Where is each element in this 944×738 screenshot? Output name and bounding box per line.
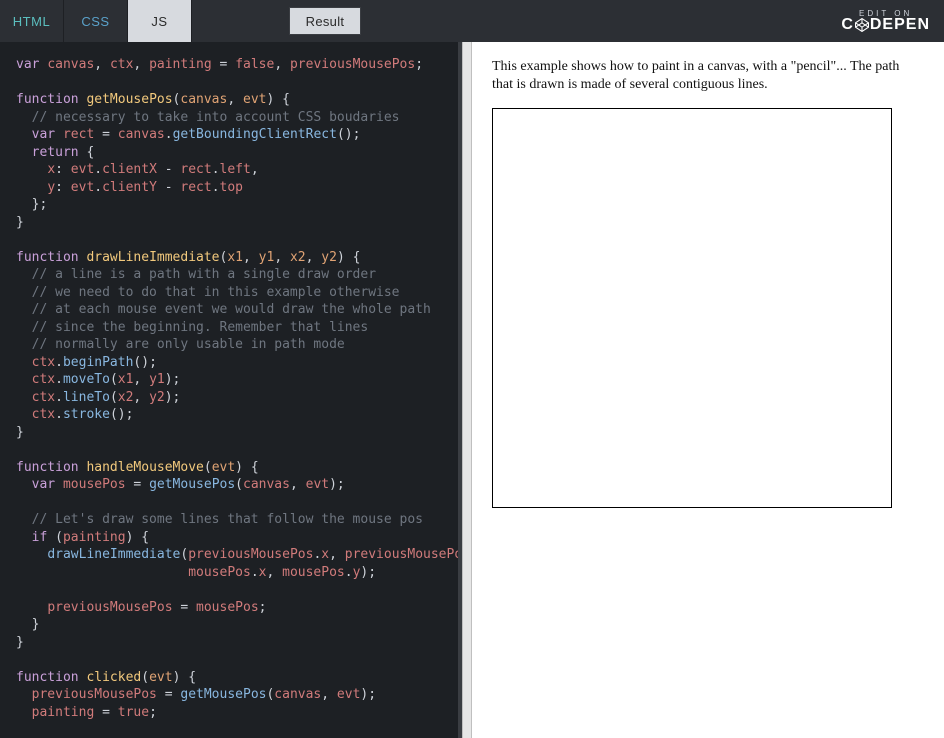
topbar: HTML CSS JS Result EDIT ON C DEPEN	[0, 0, 944, 42]
code-editor[interactable]: var canvas, ctx, painting = false, previ…	[0, 42, 462, 738]
topbar-spacer-2	[757, 0, 842, 42]
drawing-canvas[interactable]	[492, 108, 892, 508]
logo-text-left: C	[841, 16, 854, 34]
logo-text-right: DEPEN	[870, 16, 930, 34]
split-handle[interactable]	[462, 42, 472, 738]
result-button[interactable]: Result	[289, 7, 362, 35]
codepen-brand[interactable]: EDIT ON C DEPEN	[841, 0, 944, 42]
tab-css[interactable]: CSS	[64, 0, 128, 42]
tab-js[interactable]: JS	[128, 0, 192, 42]
cube-icon	[855, 18, 869, 32]
main-split: var canvas, ctx, painting = false, previ…	[0, 42, 944, 738]
tab-html[interactable]: HTML	[0, 0, 64, 42]
result-button-wrap: Result	[277, 0, 757, 42]
topbar-spacer	[192, 0, 277, 42]
codepen-logo: C DEPEN	[841, 16, 930, 34]
editor-tabs: HTML CSS JS	[0, 0, 192, 42]
result-description: This example shows how to paint in a can…	[492, 58, 912, 94]
result-pane: This example shows how to paint in a can…	[472, 42, 944, 738]
